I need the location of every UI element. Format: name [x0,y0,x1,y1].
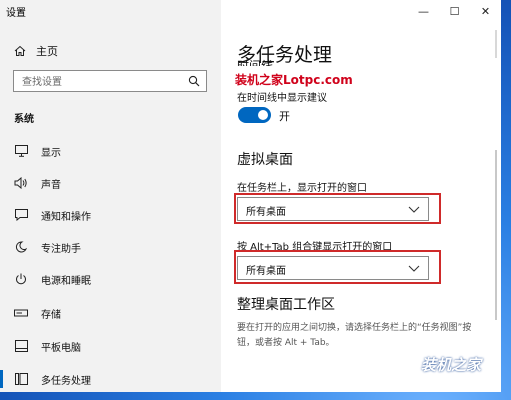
active-indicator [0,370,3,388]
home-label: 主页 [36,45,58,58]
watermark-text: 装机之家Lotpc.com [235,73,353,87]
timeline-subheading: 时间线 [237,59,274,66]
search-icon[interactable] [188,75,200,87]
scrollbar-track-top[interactable] [495,30,497,58]
monitor-icon [14,144,28,158]
moon-icon [14,240,28,254]
timeline-suggestions-toggle[interactable] [238,107,271,123]
sidebar-item-power-sleep[interactable]: 电源和睡眠 [0,268,221,290]
notification-icon [14,208,28,222]
settings-window: 设置 主页 系统 显示 声音 [0,0,501,392]
highlight-box-taskbar [234,193,441,224]
scrollbar-thumb[interactable] [495,150,497,320]
sidebar-item-label: 电源和睡眠 [41,275,91,287]
watermark-brand: 装机之家 [421,356,482,374]
tablet-icon [14,339,28,353]
toggle-knob [258,110,268,120]
power-icon [14,272,28,286]
toggle-state-label: 开 [279,110,290,123]
sidebar-item-tablet[interactable]: 平板电脑 [0,335,221,357]
minimize-button[interactable]: — [408,0,439,22]
sidebar-item-focus-assist[interactable]: 专注助手 [0,236,221,258]
watermark-url: www.lotpc.com [429,376,490,385]
maximize-button[interactable]: ☐ [439,0,470,22]
content-pane: — ☐ ✕ 多任务处理 时间线 装机之家Lotpc.com 在时间线中显示建议 … [221,0,501,392]
sidebar-item-notifications[interactable]: 通知和操作 [0,204,221,226]
close-button[interactable]: ✕ [470,0,501,22]
sidebar-item-label: 声音 [41,179,61,191]
sidebar-item-multitasking[interactable]: 多任务处理 [0,368,221,390]
sidebar-item-label: 通知和操作 [41,211,91,223]
window-controls: — ☐ ✕ [408,0,501,22]
sidebar-item-label: 多任务处理 [41,375,91,387]
window-title: 设置 [6,8,26,19]
home-icon [14,45,26,56]
organize-description: 要在打开的应用之间切换，请选择任务栏上的“任务视图”按钮，或者按 Alt + T… [237,323,472,348]
section-label-system: 系统 [14,114,34,125]
sidebar-item-label: 显示 [41,147,61,159]
search-input[interactable] [20,73,184,91]
search-box[interactable] [13,70,207,92]
logo-icon [398,359,420,381]
sidebar-item-display[interactable]: 显示 [0,140,221,162]
home-link[interactable]: 主页 [14,43,58,59]
watermark-logo: 装机之家 www.lotpc.com [393,348,505,392]
speaker-icon [14,176,28,190]
storage-icon [14,306,28,320]
taskbar-windows-label: 在任务栏上，显示打开的窗口 [237,183,367,194]
sidebar-item-label: 专注助手 [41,243,81,255]
virtual-desktops-heading: 虚拟桌面 [237,152,293,168]
timeline-suggestions-label: 在时间线中显示建议 [237,93,327,104]
sidebar-item-label: 存储 [41,309,61,321]
multitasking-icon [14,372,28,386]
sidebar-item-label: 平板电脑 [41,342,81,354]
highlight-box-alttab [234,250,441,284]
organize-desktop-heading: 整理桌面工作区 [237,297,335,313]
sidebar: 设置 主页 系统 显示 声音 [0,0,221,392]
sidebar-item-storage[interactable]: 存储 [0,302,221,324]
sidebar-item-sound[interactable]: 声音 [0,172,221,194]
